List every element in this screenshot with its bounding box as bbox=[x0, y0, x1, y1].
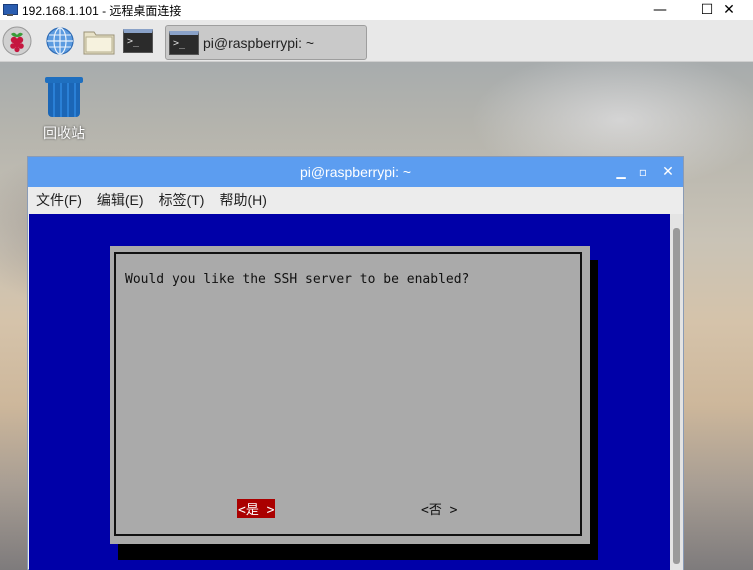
minimize-icon: — bbox=[653, 2, 667, 18]
web-browser-button[interactable] bbox=[44, 25, 76, 57]
terminal-minimize-button[interactable]: ▁ bbox=[613, 164, 629, 180]
no-button[interactable]: <否 > bbox=[421, 499, 457, 518]
terminal-window-title: pi@raspberrypi: ~ bbox=[299, 164, 412, 180]
terminal-launcher-button[interactable]: >_ bbox=[121, 25, 155, 57]
terminal-scrollbar[interactable] bbox=[670, 214, 683, 570]
desktop-icon-trash[interactable]: 回收站 bbox=[38, 77, 90, 143]
terminal-icon: >_ bbox=[169, 30, 199, 55]
taskbar-task-terminal[interactable]: >_ pi@raspberrypi: ~ bbox=[165, 25, 367, 60]
ssh-dialog: Would you like the SSH server to be enab… bbox=[110, 246, 590, 544]
close-icon: ✕ bbox=[723, 2, 735, 18]
scrollbar-thumb[interactable] bbox=[673, 228, 680, 564]
yes-button[interactable]: <是 > bbox=[237, 499, 276, 518]
menu-help[interactable]: 帮助(H) bbox=[219, 190, 266, 210]
remote-desktop-icon bbox=[3, 3, 18, 17]
globe-icon bbox=[46, 27, 74, 55]
menu-tabs[interactable]: 标签(T) bbox=[159, 190, 205, 210]
dialog-question: Would you like the SSH server to be enab… bbox=[125, 272, 470, 287]
terminal-close-button[interactable]: ✕ bbox=[660, 164, 676, 180]
taskbar: >_ >_ pi@raspberrypi: ~ bbox=[0, 20, 753, 62]
terminal-window: pi@raspberrypi: ~ ▁ ▫ ✕ 文件(F) 编辑(E) 标签(T… bbox=[27, 156, 684, 570]
terminal-content[interactable]: Would you like the SSH server to be enab… bbox=[29, 214, 670, 570]
minimize-button[interactable]: — bbox=[637, 0, 683, 20]
rdp-titlebar: 192.168.1.101 - 远程桌面连接 — ☐ ✕ bbox=[0, 0, 753, 20]
dialog-frame bbox=[114, 252, 582, 536]
task-label: pi@raspberrypi: ~ bbox=[203, 34, 315, 51]
raspberry-menu-button[interactable] bbox=[1, 25, 33, 57]
close-button[interactable]: ✕ bbox=[706, 0, 752, 20]
raspberry-pi-icon bbox=[2, 26, 32, 56]
trash-label: 回收站 bbox=[43, 126, 85, 142]
terminal-titlebar[interactable]: pi@raspberrypi: ~ ▁ ▫ ✕ bbox=[28, 157, 683, 187]
file-manager-button[interactable] bbox=[82, 25, 116, 57]
folder-icon bbox=[83, 31, 115, 55]
terminal-menubar: 文件(F) 编辑(E) 标签(T) 帮助(H) bbox=[28, 187, 683, 213]
rdp-window-title: 192.168.1.101 - 远程桌面连接 bbox=[22, 3, 182, 18]
terminal-icon: >_ bbox=[123, 29, 153, 53]
terminal-maximize-button[interactable]: ▫ bbox=[635, 164, 651, 180]
menu-file[interactable]: 文件(F) bbox=[36, 190, 82, 210]
trash-icon bbox=[45, 77, 83, 119]
menu-edit[interactable]: 编辑(E) bbox=[97, 190, 144, 210]
